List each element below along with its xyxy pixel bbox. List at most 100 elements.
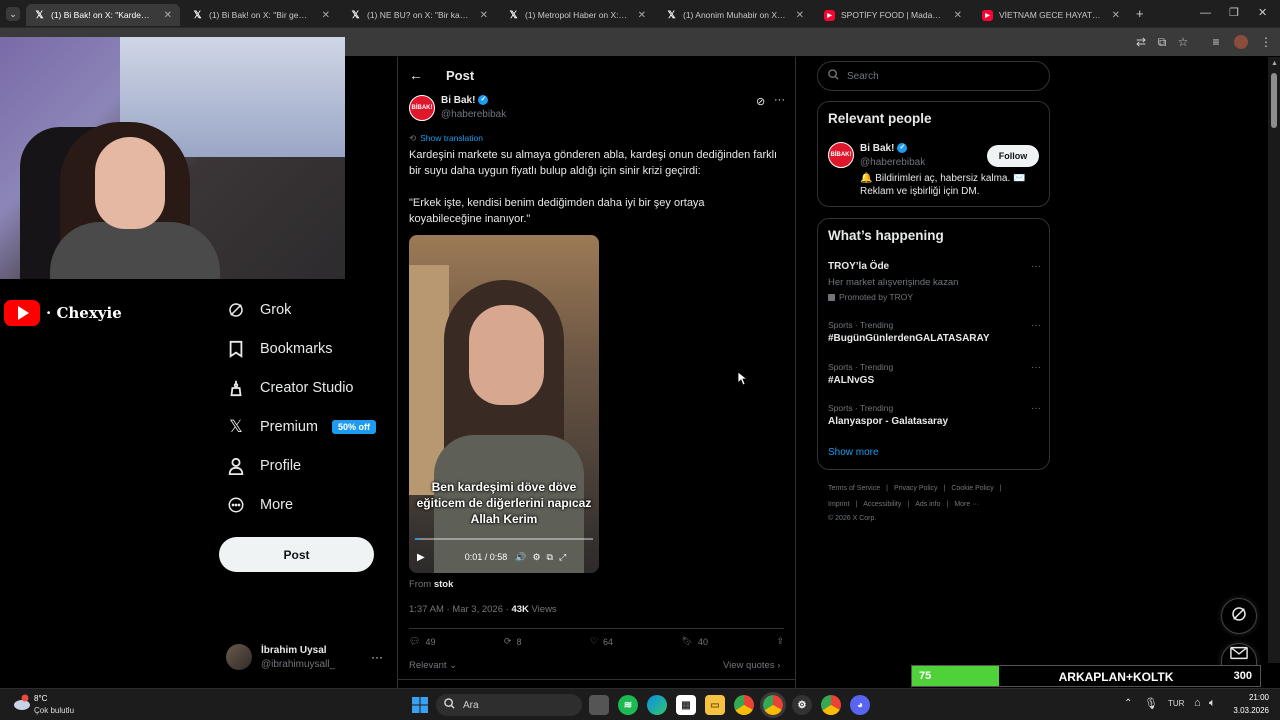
follow-button[interactable]: Follow xyxy=(987,145,1039,167)
post-button[interactable]: Post xyxy=(219,537,374,572)
close-tab-icon[interactable]: ✕ xyxy=(322,10,330,21)
store-icon[interactable]: ▦ xyxy=(676,695,696,715)
post-timestamp[interactable]: 1:37 AM · Mar 3, 2026 · xyxy=(409,604,509,615)
close-tab-icon[interactable]: ✕ xyxy=(1112,10,1120,21)
close-tab-icon[interactable]: ✕ xyxy=(954,10,962,21)
person-name-row[interactable]: Bi Bak! ✓ xyxy=(860,143,908,154)
close-window-icon[interactable]: ✕ xyxy=(1258,6,1267,19)
footer-link[interactable]: More ··· xyxy=(954,501,979,508)
close-tab-icon[interactable]: ✕ xyxy=(638,10,646,21)
footer-link[interactable]: Ads info xyxy=(915,501,940,508)
post-more-icon[interactable]: ··· xyxy=(774,94,785,106)
star-icon[interactable]: ☆ xyxy=(1175,34,1191,50)
sidebar-item-more[interactable]: More xyxy=(226,495,293,515)
weather-icon[interactable] xyxy=(12,694,30,712)
show-translation-link[interactable]: ⟲ Show translation xyxy=(409,133,483,144)
close-tab-icon[interactable]: ✕ xyxy=(480,10,488,21)
search-input[interactable]: Search xyxy=(817,61,1050,91)
menu-dots-icon[interactable]: ⋮ xyxy=(1258,34,1274,50)
play-icon[interactable]: ▶ xyxy=(417,552,425,563)
person-avatar[interactable]: BİBAK! xyxy=(828,142,854,168)
messages-fab-button[interactable] xyxy=(1221,643,1257,667)
browser-tab[interactable]: ▶ SPOTİFY FOOD | Madara Olduk ✕ xyxy=(816,4,970,26)
trend-more-icon[interactable]: ··· xyxy=(1031,320,1041,331)
edge-icon[interactable] xyxy=(647,695,667,715)
task-view-icon[interactable] xyxy=(589,695,609,715)
grok-fab-button[interactable] xyxy=(1221,598,1257,634)
spotify-icon[interactable]: ≋ xyxy=(618,695,638,715)
more-dots-icon[interactable]: ··· xyxy=(371,650,383,664)
restore-icon[interactable]: ❐ xyxy=(1229,6,1239,19)
share-button[interactable]: ⇪ xyxy=(776,636,784,647)
view-quotes-link[interactable]: View quotes › xyxy=(723,660,780,671)
footer-link[interactable]: Privacy Policy xyxy=(894,485,938,492)
author-avatar[interactable]: BİBAK! xyxy=(409,95,435,121)
file-explorer-icon[interactable]: ▭ xyxy=(705,695,725,715)
footer-link[interactable]: Cookie Policy xyxy=(951,485,993,492)
person-handle[interactable]: @haberebibak xyxy=(860,157,925,168)
chrome-active-icon[interactable] xyxy=(760,692,786,718)
grok-explain-icon[interactable]: ⊘ xyxy=(756,95,765,108)
language-indicator[interactable]: TUR xyxy=(1168,699,1184,708)
trend-more-icon[interactable]: ··· xyxy=(1031,403,1041,414)
browser-tab[interactable]: 𝕏 (1) Bi Bak! on X: "Bir genç, haftal ✕ xyxy=(184,4,338,26)
sidebar-item-creator-studio[interactable]: Creator Studio xyxy=(226,378,354,398)
windows-start-icon[interactable] xyxy=(410,695,430,715)
close-tab-icon[interactable]: ✕ xyxy=(796,10,804,21)
footer-link[interactable]: Imprint xyxy=(828,501,849,508)
taskbar-search[interactable]: Ara xyxy=(436,694,582,716)
discord-icon[interactable]: ◕ xyxy=(850,695,870,715)
back-arrow-icon[interactable]: ← xyxy=(409,67,423,83)
clock-time[interactable]: 21:00 xyxy=(1233,693,1269,702)
pip-icon[interactable]: ⧉ xyxy=(547,552,553,563)
footer-link[interactable]: Accessibility xyxy=(863,501,901,508)
video-player[interactable]: Ben kardeşimi döve döve eğiticem de diğe… xyxy=(409,235,599,573)
close-tab-icon[interactable]: ✕ xyxy=(164,10,172,21)
scroll-up-icon[interactable]: ▲ xyxy=(1271,60,1278,67)
speaker-icon[interactable]: 🔈︎ xyxy=(1209,697,1216,710)
author-name-row[interactable]: Bi Bak! ✓ xyxy=(441,95,489,106)
scrollbar-thumb[interactable] xyxy=(1271,73,1277,128)
page-scrollbar[interactable]: ▲ xyxy=(1268,57,1280,663)
browser-tab[interactable]: 𝕏 (1) Bi Bak! on X: "Kardeşini mar ✕ xyxy=(26,4,180,26)
trend-item[interactable]: Sports · Trending Alanyaspor - Galatasar… xyxy=(828,403,1041,427)
sidebar-item-grok[interactable]: Grok xyxy=(226,300,291,320)
show-more-link[interactable]: Show more xyxy=(828,447,879,458)
install-app-icon[interactable]: ⧉ xyxy=(1154,34,1170,50)
network-icon[interactable]: ⌂ xyxy=(1194,697,1201,709)
sort-relevant-dropdown[interactable]: Relevant ⌄ xyxy=(409,660,457,671)
new-tab-icon[interactable]: + xyxy=(1136,6,1144,21)
media-control-icon[interactable]: ≡ xyxy=(1208,34,1224,50)
trend-item[interactable]: Sports · Trending #ALNvGS ··· xyxy=(828,362,1041,386)
steam-icon[interactable]: ⚙ xyxy=(792,695,812,715)
video-progress-bar[interactable] xyxy=(415,538,593,540)
browser-tab[interactable]: 𝕏 (1) Anonim Muhabir on X: "İki i ✕ xyxy=(658,4,812,26)
chrome-icon[interactable] xyxy=(734,695,754,715)
browser-tab[interactable]: ▶ VİETNAM GECE HAYATI BENİ Ç ✕ xyxy=(974,4,1128,26)
translate-icon[interactable]: ⇄ xyxy=(1133,34,1149,50)
settings-icon[interactable]: ⚙ xyxy=(532,552,540,563)
fullscreen-icon[interactable]: ⤢ xyxy=(559,552,566,563)
repost-button[interactable]: ⟳ 8 xyxy=(504,636,522,647)
volume-icon[interactable]: 🔊 xyxy=(515,552,526,563)
bookmark-button[interactable]: 🔖︎ 40 xyxy=(682,636,708,647)
trend-more-icon[interactable]: ··· xyxy=(1031,362,1041,373)
trend-more-icon[interactable]: ··· xyxy=(1031,261,1041,272)
minimize-icon[interactable]: — xyxy=(1200,7,1211,19)
chrome-profile-icon[interactable] xyxy=(821,695,841,715)
like-button[interactable]: ♡ 64 xyxy=(590,636,613,647)
author-handle[interactable]: @haberebibak xyxy=(441,109,506,120)
sidebar-item-premium[interactable]: 𝕏 Premium 50% off xyxy=(226,417,377,437)
from-value[interactable]: stok xyxy=(434,579,454,590)
footer-link[interactable]: Terms of Service xyxy=(828,485,880,492)
tab-search-icon[interactable]: ⌄ xyxy=(6,7,20,21)
trend-item[interactable]: Sports · Trending #BugünGünlerdenGALATAS… xyxy=(828,320,1041,344)
reply-button[interactable]: 💬︎ 49 xyxy=(409,636,435,647)
account-switcher[interactable]: İbrahim Uysal @ibrahimuysall_ ··· xyxy=(226,644,386,674)
tray-chevron-icon[interactable]: ⌃ xyxy=(1124,698,1132,709)
trend-item-promoted[interactable]: TROY’la Öde Her market alışverişinde kaz… xyxy=(828,261,1041,302)
browser-tab[interactable]: 𝕏 (1) Metropol Haber on X: "Bir ç ✕ xyxy=(500,4,654,26)
browser-tab[interactable]: 𝕏 (1) NE BU? on X: "Bir kadın, iki " ✕ xyxy=(342,4,496,26)
sidebar-item-bookmarks[interactable]: Bookmarks xyxy=(226,339,333,359)
clock-date[interactable]: 3.03.2026 xyxy=(1226,706,1269,715)
